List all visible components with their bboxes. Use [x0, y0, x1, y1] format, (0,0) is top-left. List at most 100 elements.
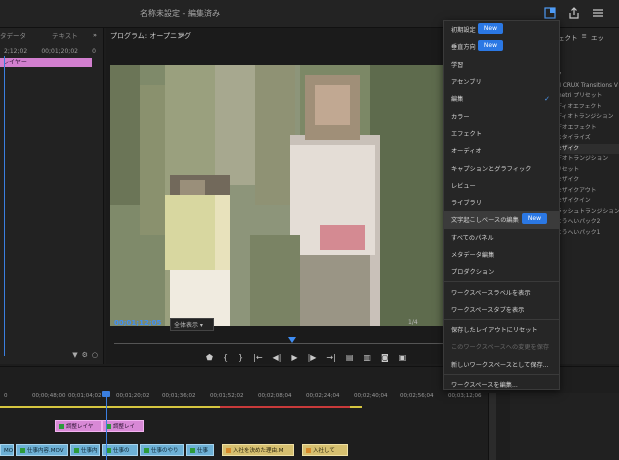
- effects-item[interactable]: モザイクアウト: [556, 186, 619, 197]
- workspace-item-text-based-editing[interactable]: 文字起こしベースの編集 New: [444, 211, 559, 229]
- source-panel: タデータ テキスト » 2;12;02 00;01;20;02 0 レイヤー ▼…: [0, 28, 104, 364]
- workspace-item-audio[interactable]: オーディオ: [444, 142, 559, 159]
- scroll-handle-icon[interactable]: ○: [92, 351, 98, 359]
- share-icon[interactable]: [567, 6, 581, 20]
- show-workspace-tabs[interactable]: ワークスペースタブを表示: [444, 301, 559, 318]
- program-monitor: プログラム: オープニング ≡ 00;01;12;05 全体表示 ▾ 1/4 ⬟…: [106, 28, 446, 364]
- save-as-new-workspace[interactable]: 新しいワークスペースとして保存...: [444, 356, 559, 373]
- workspace-item-production[interactable]: プロダクション: [444, 263, 559, 280]
- show-workspace-labels[interactable]: ワークスペースラベルを表示: [444, 283, 559, 300]
- workspace-item-color[interactable]: カラー: [444, 107, 559, 124]
- effects-item[interactable]: ディオトランジション: [556, 112, 619, 123]
- camera-icon[interactable]: ◙: [381, 353, 389, 362]
- video-frame: [110, 65, 444, 326]
- effects-item[interactable]: ようへいパック1: [556, 228, 619, 239]
- resolution-dropdown[interactable]: 1/4: [408, 319, 418, 326]
- workspace-item-captions[interactable]: キャプションとグラフィック: [444, 159, 559, 176]
- scrubber-playhead[interactable]: [288, 337, 296, 343]
- workspace-item-assembly[interactable]: アセンブリ: [444, 73, 559, 90]
- menu-label: すべてのパネル: [451, 234, 494, 242]
- video-clip[interactable]: 仕事のやり: [140, 444, 184, 456]
- effects-item[interactable]: ラッシュトランジション: [556, 207, 619, 218]
- panels-menu-icon[interactable]: [591, 6, 605, 20]
- effects-item[interactable]: モザイク: [556, 175, 619, 186]
- pixelated-video: [110, 65, 444, 326]
- workspace-item-review[interactable]: レビュー: [444, 177, 559, 194]
- expand-icon[interactable]: »: [93, 31, 97, 39]
- fit-label: 全体表示: [174, 322, 199, 329]
- workspace-item-vertical[interactable]: 垂直方向 New: [444, 38, 559, 55]
- extract-icon[interactable]: ▥: [363, 353, 371, 362]
- title-clip[interactable]: 入社して: [302, 444, 348, 456]
- video-clip[interactable]: 仕事の: [102, 444, 138, 456]
- tab-metadata[interactable]: タデータ: [0, 30, 26, 40]
- menu-separator: [444, 319, 559, 321]
- tab-effects-controls[interactable]: エッ: [591, 32, 604, 42]
- effects-item[interactable]: M CRUX Transitions V: [556, 81, 619, 92]
- mark-in-icon[interactable]: {: [223, 353, 228, 362]
- step-back-icon[interactable]: ◀|: [273, 353, 282, 362]
- tab-text[interactable]: テキスト: [52, 30, 78, 40]
- go-to-out-icon[interactable]: →|: [326, 353, 335, 362]
- video-clip[interactable]: 仕事内容.MOV: [16, 444, 68, 456]
- menu-label: ワークスペースラベルを表示: [451, 289, 531, 297]
- step-forward-icon[interactable]: |▶: [308, 353, 317, 362]
- lift-icon[interactable]: ▤: [346, 353, 354, 362]
- workspace-item-default[interactable]: 初期設定 New: [444, 21, 559, 38]
- ruler-tick: 00;02;08;04: [258, 393, 292, 399]
- workspace-item-effects[interactable]: エフェクト: [444, 125, 559, 142]
- marker-icon[interactable]: ⬟: [206, 353, 213, 362]
- fit-dropdown[interactable]: 全体表示 ▾: [170, 318, 214, 331]
- effects-item[interactable]: デオエフェクト: [556, 123, 619, 134]
- clip-label: 入社して: [313, 448, 335, 454]
- menu-label: このワークスペースへの変更を保存: [451, 344, 550, 352]
- effects-item[interactable]: ディオエフェクト: [556, 102, 619, 113]
- workspace-item-all-panels[interactable]: すべてのパネル: [444, 229, 559, 246]
- adjustment-layer-clip[interactable]: レイヤー: [0, 58, 92, 67]
- filter-icon[interactable]: ▼: [72, 351, 77, 359]
- timeline-ruler[interactable]: 0 00;00;48;00 00;01;04;02 00;01;20;02 00…: [0, 393, 495, 407]
- workspace-item-editing[interactable]: 編集 ✓: [444, 90, 559, 107]
- menu-separator: [444, 281, 559, 283]
- menu-label: 初期設定: [451, 27, 476, 35]
- ruler-tick: 00;01;36;02: [162, 393, 196, 399]
- clip-label: 仕事のやり: [151, 448, 179, 454]
- effects-item-selected[interactable]: モザイク: [556, 143, 619, 154]
- video-clip[interactable]: 仕事: [186, 444, 214, 456]
- effects-item[interactable]: リセット: [556, 165, 619, 176]
- effects-item[interactable]: スタイライズ: [556, 133, 619, 144]
- tab-effects[interactable]: ェクト: [558, 32, 578, 42]
- wrench-icon[interactable]: ⚙: [82, 351, 88, 359]
- edit-workspaces[interactable]: ワークスペースを編集...: [444, 376, 559, 393]
- effects-item[interactable]: ク: [556, 70, 619, 81]
- workspace-item-metadata[interactable]: メタデータ編集: [444, 246, 559, 263]
- reset-to-saved-layout[interactable]: 保存したレイアウトにリセット: [444, 321, 559, 338]
- effects-item[interactable]: モザイクイン: [556, 196, 619, 207]
- timeline-playhead[interactable]: [102, 391, 110, 460]
- adjustment-clip[interactable]: 調整レイヤ: [55, 420, 102, 432]
- program-menu-icon[interactable]: ≡: [178, 30, 185, 39]
- effects-menu-icon[interactable]: ≡: [582, 32, 587, 42]
- go-to-in-icon[interactable]: |←: [253, 353, 262, 362]
- save-workspace-changes: このワークスペースへの変更を保存: [444, 338, 559, 355]
- mark-out-icon[interactable]: }: [238, 353, 243, 362]
- video-clip[interactable]: MO: [0, 444, 14, 456]
- audio-meters-panel: [510, 393, 619, 460]
- effects-item[interactable]: metri プリセット: [556, 91, 619, 102]
- play-icon[interactable]: ▶: [291, 353, 297, 362]
- source-timecode-b: 00;01;20;02: [41, 48, 78, 55]
- workspace-item-learning[interactable]: 学習: [444, 56, 559, 73]
- title-clip[interactable]: 入社を決めた理由.M: [222, 444, 294, 456]
- menu-label: オーディオ: [451, 148, 482, 156]
- workspace-item-libraries[interactable]: ライブラリ: [444, 194, 559, 211]
- effects-item[interactable]: ようへいパック2: [556, 217, 619, 228]
- source-playhead[interactable]: [4, 56, 5, 356]
- program-scrubber[interactable]: [110, 337, 446, 347]
- adjustment-clip[interactable]: 調整レイ: [102, 420, 144, 432]
- compare-icon[interactable]: ▣: [399, 353, 407, 362]
- timeline-vertical-scrollbar[interactable]: [488, 393, 496, 460]
- program-timecode[interactable]: 00;01;12;05: [114, 319, 161, 327]
- effects-item[interactable]: デオトランジション: [556, 154, 619, 165]
- workspaces-icon[interactable]: [543, 6, 557, 20]
- video-clip[interactable]: 仕事内: [70, 444, 100, 456]
